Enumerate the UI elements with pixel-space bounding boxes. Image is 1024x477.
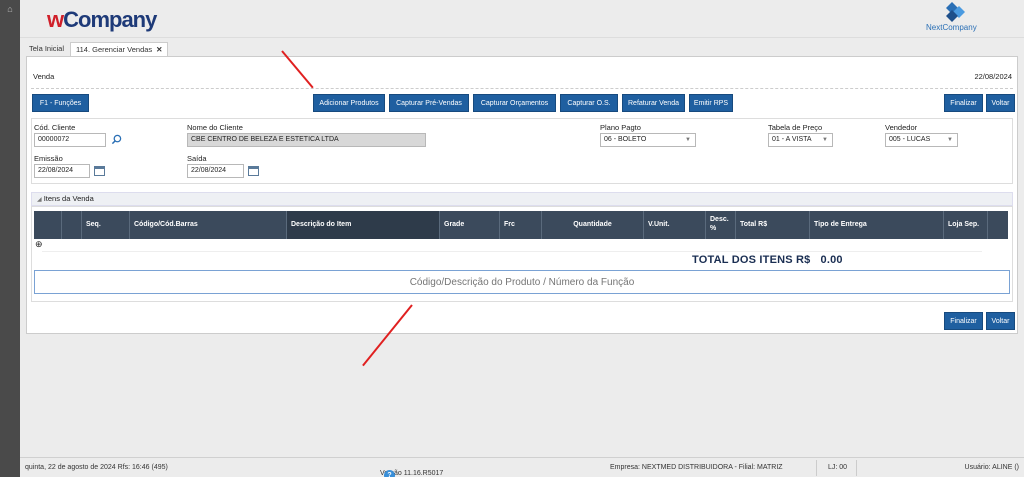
status-separator — [816, 460, 817, 476]
status-datetime: quinta, 22 de agosto de 2024 Rfs: 16:46 … — [25, 464, 168, 471]
column-description[interactable]: Descrição do Item — [287, 211, 440, 239]
row-divider — [42, 251, 982, 252]
seller-select[interactable]: 005 - LUCAS ▼ — [885, 133, 958, 147]
page-title: Venda — [33, 72, 55, 81]
column-unit-value[interactable]: V.Unit. — [644, 211, 706, 239]
column-delivery-type[interactable]: Tipo de Entrega — [810, 211, 944, 239]
sales-panel: Venda 22/08/2024 F1 - Funções Adicionar … — [26, 56, 1018, 334]
finish-button[interactable]: Finalizar — [944, 94, 983, 112]
column-frc[interactable]: Frc — [500, 211, 542, 239]
nextcompany-diamond-icon — [946, 2, 965, 22]
chevron-down-icon: ▼ — [685, 137, 691, 143]
payment-plan-select[interactable]: 06 - BOLETO ▼ — [600, 133, 696, 147]
status-bar: quinta, 22 de agosto de 2024 Rfs: 16:46 … — [20, 457, 1024, 477]
close-tab-icon[interactable]: ✕ — [156, 45, 162, 54]
help-icon[interactable]: ? — [384, 470, 395, 477]
seller-label: Vendedor — [885, 123, 918, 132]
issue-date-label: Emissão — [34, 154, 63, 163]
home-icon[interactable]: ⌂ — [5, 4, 15, 14]
capture-quotes-button[interactable]: Capturar Orçamentos — [473, 94, 556, 112]
exit-date-input[interactable]: 22/08/2024 — [187, 164, 244, 178]
column-checkbox — [34, 211, 62, 239]
items-table-header: Seq. Código/Cód.Barras Descrição do Item… — [34, 211, 1008, 239]
status-separator — [856, 460, 857, 476]
issue-date-input[interactable]: 22/08/2024 — [34, 164, 90, 178]
tab-manage-sales-label: 114. Gerenciar Vendas — [76, 45, 153, 54]
search-icon[interactable] — [111, 134, 122, 145]
add-row-icon[interactable]: ⊕ — [35, 239, 43, 250]
divider — [31, 88, 1013, 89]
status-company: Empresa: NEXTMED DISTRIBUIDORA - Filial:… — [610, 464, 783, 471]
chevron-down-icon: ▼ — [947, 137, 953, 143]
column-extra — [988, 211, 1008, 239]
add-products-button[interactable]: Adicionar Produtos — [313, 94, 385, 112]
column-code[interactable]: Código/Cód.Barras — [130, 211, 287, 239]
client-code-input[interactable]: 00000072 — [34, 133, 106, 147]
column-grade[interactable]: Grade — [440, 211, 500, 239]
product-search-input[interactable] — [34, 270, 1010, 294]
calendar-icon[interactable] — [94, 166, 105, 176]
app-header: wCompany NextCompany — [20, 0, 1024, 38]
wcompany-logo: wCompany — [47, 7, 157, 32]
issue-rps-button[interactable]: Emitir RPS — [689, 94, 733, 112]
column-store-sep[interactable]: Loja Sep. — [944, 211, 988, 239]
tab-home[interactable]: Tela Inicial — [24, 42, 69, 56]
functions-button[interactable]: F1 - Funções — [32, 94, 89, 112]
column-quantity[interactable]: Quantidade — [542, 211, 644, 239]
nextcompany-label: NextCompany — [926, 23, 977, 32]
tab-bar: Tela Inicial 114. Gerenciar Vendas ✕ — [20, 38, 1024, 56]
items-total-value: 0.00 — [820, 254, 843, 266]
finish-button-bottom[interactable]: Finalizar — [944, 312, 983, 330]
capture-presales-button[interactable]: Capturar Pré-Vendas — [389, 94, 469, 112]
back-button[interactable]: Voltar — [986, 94, 1015, 112]
payment-plan-label: Plano Pagto — [600, 123, 641, 132]
column-seq[interactable]: Seq. — [82, 211, 130, 239]
column-discount[interactable]: Desc. % — [706, 211, 736, 239]
column-total[interactable]: Total R$ — [736, 211, 810, 239]
items-section-header[interactable]: ◢ Itens da Venda — [31, 192, 1013, 206]
tab-manage-sales[interactable]: 114. Gerenciar Vendas ✕ — [70, 42, 169, 56]
capture-os-button[interactable]: Capturar O.S. — [560, 94, 618, 112]
left-sidebar: ⌂ — [0, 0, 20, 477]
status-store: LJ: 00 — [828, 464, 848, 471]
column-blank — [62, 211, 82, 239]
price-table-select[interactable]: 01 - A VISTA ▼ — [768, 133, 833, 147]
status-user: Usuário: ALINE () — [964, 464, 1019, 471]
calendar-icon[interactable] — [248, 166, 259, 176]
exit-date-label: Saída — [187, 154, 207, 163]
client-name-field: CBE CENTRO DE BELEZA E ESTETICA LTDA — [187, 133, 426, 147]
sale-header-form: Cód. Cliente 00000072 Nome do Cliente CB… — [31, 118, 1013, 184]
client-name-label: Nome do Cliente — [187, 123, 243, 132]
items-panel: Seq. Código/Cód.Barras Descrição do Item… — [31, 206, 1013, 302]
items-total: TOTAL DOS ITENS R$ 0.00 — [692, 254, 843, 266]
reinvoice-button[interactable]: Refaturar Venda — [622, 94, 685, 112]
page-date: 22/08/2024 — [974, 72, 1012, 81]
client-code-label: Cód. Cliente — [34, 123, 76, 132]
nextcompany-logo: NextCompany — [926, 2, 986, 34]
back-button-bottom[interactable]: Voltar — [986, 312, 1015, 330]
price-table-label: Tabela de Preço — [768, 123, 823, 132]
chevron-down-icon: ▼ — [822, 137, 828, 143]
collapse-triangle-icon: ◢ — [37, 197, 42, 203]
